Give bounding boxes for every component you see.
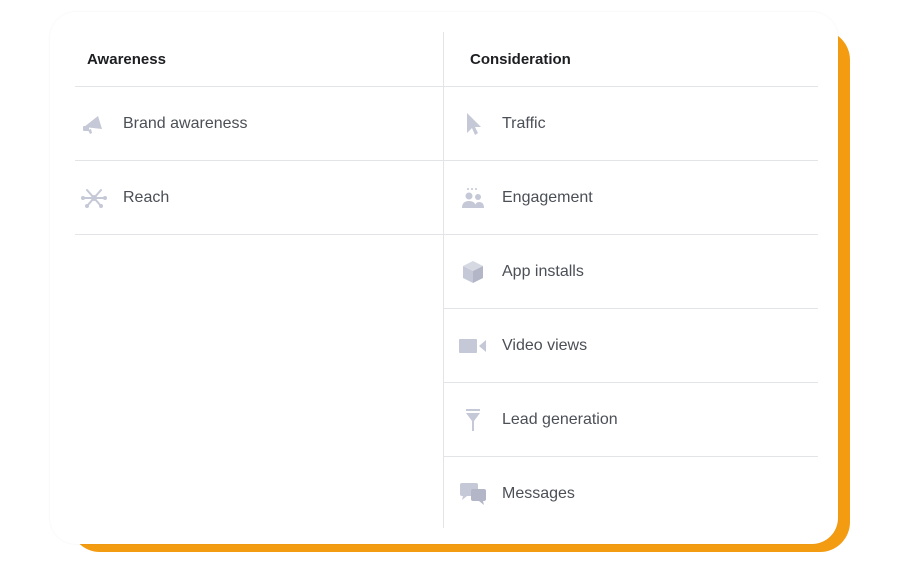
cursor-icon bbox=[458, 109, 488, 139]
objective-video-views[interactable]: Video views bbox=[444, 309, 818, 383]
objective-label: Engagement bbox=[502, 188, 593, 206]
objective-label: Brand awareness bbox=[123, 114, 248, 132]
objective-label: Messages bbox=[502, 484, 575, 502]
objective-reach[interactable]: Reach bbox=[75, 161, 443, 235]
consideration-header: Consideration bbox=[444, 32, 818, 87]
objective-label: Video views bbox=[502, 336, 588, 354]
box-icon bbox=[458, 257, 488, 287]
consideration-column: Consideration Traffic Engagement App ins… bbox=[444, 32, 818, 530]
objective-label: Lead generation bbox=[502, 410, 618, 428]
objective-traffic[interactable]: Traffic bbox=[444, 87, 818, 161]
awareness-header: Awareness bbox=[75, 32, 443, 87]
video-camera-icon bbox=[458, 331, 488, 361]
objective-messages[interactable]: Messages bbox=[444, 457, 818, 530]
objective-lead-generation[interactable]: Lead generation bbox=[444, 383, 818, 457]
objective-app-installs[interactable]: App installs bbox=[444, 235, 818, 309]
objective-label: Reach bbox=[123, 188, 170, 206]
objective-label: App installs bbox=[502, 262, 584, 280]
people-icon bbox=[458, 183, 488, 213]
objective-engagement[interactable]: Engagement bbox=[444, 161, 818, 235]
reach-icon bbox=[79, 183, 109, 213]
funnel-icon bbox=[458, 405, 488, 435]
chat-bubbles-icon bbox=[458, 479, 488, 509]
objective-label: Traffic bbox=[502, 114, 546, 132]
megaphone-icon bbox=[79, 109, 109, 139]
awareness-column: Awareness Brand awareness Reach bbox=[75, 32, 443, 235]
objective-brand-awareness[interactable]: Brand awareness bbox=[75, 87, 443, 161]
